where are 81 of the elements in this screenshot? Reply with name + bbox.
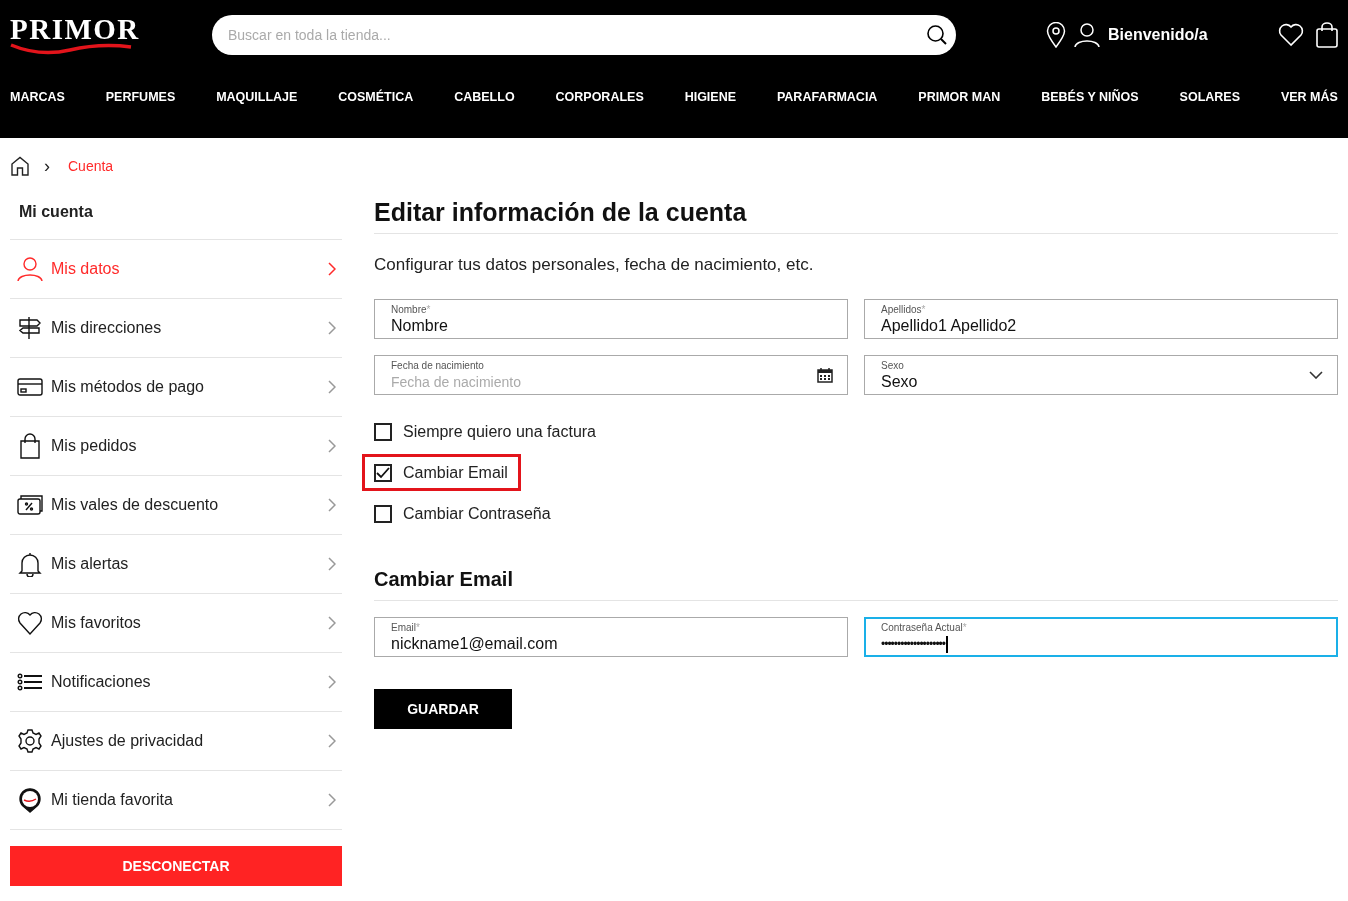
sidebar-item[interactable]: Mis datos	[10, 240, 342, 299]
dropdown-chevron-icon[interactable]	[1309, 371, 1323, 379]
chevron-icon	[328, 439, 336, 453]
checkbox[interactable]: Siempre quiero una factura	[362, 413, 609, 450]
input-field[interactable]: Apellidos* Apellido1 Apellido2	[864, 299, 1338, 339]
chevron-icon	[328, 321, 336, 335]
shopping-bag-icon	[17, 433, 43, 459]
store-pin-icon	[17, 787, 43, 813]
input-field[interactable]: Sexo Sexo	[864, 355, 1338, 395]
field-label: Contraseña Actual*	[881, 622, 968, 634]
heart-icon[interactable]	[1278, 23, 1304, 47]
nav-link[interactable]: VER MÁS	[1280, 90, 1338, 104]
nav-link[interactable]: COSMÉTICA	[338, 90, 414, 104]
field-label: Sexo	[881, 360, 905, 372]
nav-link[interactable]: MAQUILLAJE	[216, 90, 298, 104]
sidebar-item[interactable]: Mis direcciones	[10, 299, 342, 358]
chevron-icon	[328, 262, 336, 276]
input-field[interactable]: Contraseña Actual* ••••••••••••••••••••	[864, 617, 1338, 657]
sidebar-item[interactable]: Mis métodos de pago	[10, 358, 342, 417]
breadcrumb-separator: ›	[44, 155, 50, 177]
home-icon[interactable]	[10, 156, 30, 176]
save-button[interactable]: GUARDAR	[374, 689, 512, 729]
sidebar-title: Mi cuenta	[10, 178, 342, 240]
chevron-icon	[328, 793, 336, 807]
field-label: Fecha de nacimiento	[391, 360, 485, 372]
chevron-icon	[328, 675, 336, 689]
chevron-icon	[328, 380, 336, 394]
logout-button[interactable]: DESCONECTAR	[10, 846, 342, 886]
field-value: Apellido1 Apellido2	[881, 316, 1017, 336]
chevron-icon	[328, 557, 336, 571]
signpost-icon	[17, 315, 43, 341]
nav-link[interactable]: CABELLO	[454, 90, 515, 104]
section-title: Cambiar Email	[374, 568, 1338, 601]
search-field[interactable]: Buscar en toda la tienda...	[212, 15, 956, 55]
field-value: nickname1@email.com	[391, 634, 558, 654]
sidebar-item[interactable]: Mis pedidos	[10, 417, 342, 476]
field-label: Apellidos*	[881, 304, 927, 316]
nav-link[interactable]: PERFUMES	[105, 90, 176, 104]
highlighted-checkbox[interactable]: Cambiar Email	[362, 454, 521, 491]
sidebar-item[interactable]: Notificaciones	[10, 653, 342, 712]
field-value: Sexo	[881, 372, 918, 392]
input-field[interactable]: Email* nickname1@email.com	[374, 617, 848, 657]
sidebar-item[interactable]: Mis favoritos	[10, 594, 342, 653]
search-icon[interactable]	[926, 24, 948, 46]
calendar-icon[interactable]	[817, 367, 833, 383]
input-field[interactable]: Nombre* Nombre	[374, 299, 848, 339]
shopping-bag-icon[interactable]	[1316, 22, 1338, 48]
field-placeholder: Fecha de nacimiento	[391, 373, 521, 392]
chevron-icon	[328, 498, 336, 512]
chevron-icon	[328, 616, 336, 630]
sidebar-item[interactable]: Ajustes de privacidad	[10, 712, 342, 771]
user-icon	[17, 256, 43, 282]
nav-link[interactable]: MARCAS	[10, 90, 65, 104]
nav-link[interactable]: PARAFARMACIA	[776, 90, 878, 104]
chevron-icon	[328, 734, 336, 748]
nav-link[interactable]: BEBÉS Y NIÑOS	[1041, 90, 1139, 104]
page-title: Editar información de la cuenta	[374, 198, 1338, 234]
field-value: Nombre	[391, 316, 448, 336]
sidebar-item[interactable]: Mis alertas	[10, 535, 342, 594]
nav-link[interactable]: HIGIENE	[684, 90, 737, 104]
checkmark-icon	[376, 466, 390, 479]
voucher-icon	[17, 492, 43, 518]
heart-icon	[17, 610, 43, 636]
user-icon[interactable]	[1074, 22, 1100, 48]
page-subtitle: Configurar tus datos personales, fecha de nacimiento, etc.	[374, 255, 815, 275]
field-label: Nombre*	[391, 304, 432, 316]
gear-icon	[17, 728, 43, 754]
checkbox[interactable]: Cambiar Contraseña	[362, 495, 564, 532]
breadcrumb-current[interactable]: Cuenta	[68, 158, 114, 174]
sidebar-item[interactable]: Mi tienda favorita	[10, 771, 342, 830]
field-value: ••••••••••••••••••••	[881, 634, 948, 654]
sidebar-item[interactable]: Mis vales de descuento	[10, 476, 342, 535]
nav-link[interactable]: CORPORALES	[555, 90, 644, 104]
input-field[interactable]: Fecha de nacimiento Fecha de nacimiento	[374, 355, 848, 395]
nav-link[interactable]: PRIMOR MAN	[918, 90, 1001, 104]
account-link[interactable]: Bienvenido/a	[1108, 26, 1208, 44]
nav-link[interactable]: SOLARES	[1179, 90, 1240, 104]
bell-icon	[17, 551, 43, 577]
logo[interactable]: PRIMOR	[10, 15, 212, 55]
field-label: Email*	[391, 622, 421, 634]
location-pin-icon[interactable]	[1046, 22, 1066, 48]
